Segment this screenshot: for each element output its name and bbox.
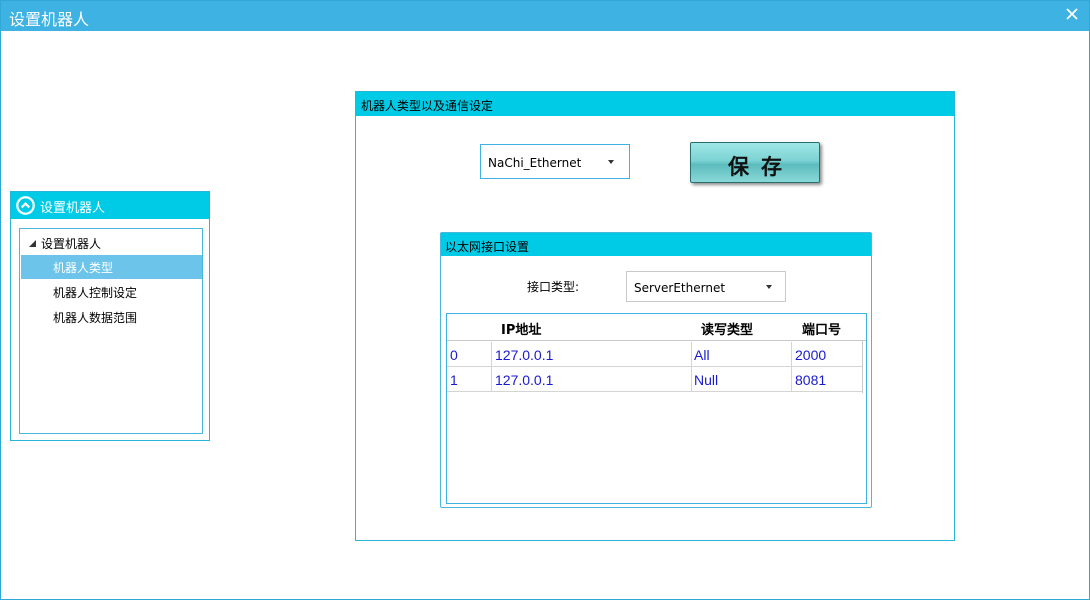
tree-item-robot-type[interactable]: 机器人类型	[21, 255, 202, 279]
table-row[interactable]: 0 127.0.0.1 All 2000	[447, 342, 862, 367]
cell-port: 8081	[795, 372, 827, 388]
tree-item-label: 机器人类型	[53, 261, 114, 275]
close-icon[interactable]	[1065, 7, 1079, 21]
cell-index: 1	[450, 372, 458, 388]
ethernet-title: 以太网接口设置	[445, 240, 530, 254]
cell-divider	[491, 342, 492, 366]
cell-divider	[791, 367, 792, 391]
title-bar: 设置机器人	[1, 1, 1089, 31]
cell-port: 2000	[795, 347, 827, 363]
tree-root-label: 设置机器人	[41, 237, 102, 251]
ethernet-settings-group: 以太网接口设置 接口类型: ServerEthernet IP地址 读写类型 端…	[440, 232, 872, 508]
interface-type-select[interactable]: ServerEthernet	[626, 271, 786, 302]
cell-divider	[691, 342, 692, 366]
ethernet-table: IP地址 读写类型 端口号 0 127.0.0.1 All 2000 1 127…	[446, 313, 867, 504]
cell-rw-type: Null	[694, 372, 719, 388]
column-header-rw-type[interactable]: 读写类型	[701, 319, 753, 338]
robot-type-select[interactable]: NaChi_Ethernet	[480, 144, 630, 179]
expand-triangle-icon[interactable]	[28, 239, 37, 248]
cell-divider	[491, 367, 492, 391]
tree-item-robot-data-range[interactable]: 机器人数据范围	[21, 305, 202, 329]
cell-rw-type: All	[694, 347, 710, 363]
sidebar-header-label: 设置机器人	[40, 201, 106, 216]
save-button[interactable]: 保存	[690, 142, 820, 183]
cell-ip: 127.0.0.1	[495, 372, 554, 388]
window-title: 设置机器人	[9, 10, 90, 29]
column-header-port[interactable]: 端口号	[802, 319, 841, 338]
dropdown-arrow-icon	[608, 160, 614, 164]
sidebar-header[interactable]: 设置机器人	[11, 192, 209, 219]
sidebar-panel: 设置机器人 设置机器人 机器人类型 机器人控制设定 机器人数据范围	[10, 191, 210, 441]
save-button-label: 保存	[728, 155, 794, 179]
tree-item-label: 机器人控制设定	[53, 286, 138, 300]
table-header: IP地址 读写类型 端口号	[447, 314, 866, 341]
cell-index: 0	[450, 347, 458, 363]
interface-type-value: ServerEthernet	[634, 281, 726, 295]
interface-type-label: 接口类型:	[527, 280, 580, 294]
collapse-circle-icon[interactable]	[16, 196, 35, 215]
robot-settings-tree: 设置机器人 机器人类型 机器人控制设定 机器人数据范围	[19, 228, 203, 434]
cell-divider	[691, 367, 692, 391]
tree-root-item[interactable]: 设置机器人	[20, 233, 202, 253]
robot-type-value: NaChi_Ethernet	[488, 156, 582, 170]
ethernet-header: 以太网接口设置	[441, 233, 871, 256]
cell-divider	[791, 342, 792, 366]
cell-ip: 127.0.0.1	[495, 347, 554, 363]
group-title: 机器人类型以及通信设定	[361, 99, 494, 113]
settings-window: 设置机器人 设置机器人 设置机器人 机器人类型 机器人控制设定 机器人数据范围 …	[0, 0, 1090, 600]
table-right-border	[862, 341, 863, 393]
group-header: 机器人类型以及通信设定	[356, 92, 954, 116]
robot-type-group: 机器人类型以及通信设定 NaChi_Ethernet 保存 以太网接口设置 接口…	[355, 91, 955, 541]
table-row[interactable]: 1 127.0.0.1 Null 8081	[447, 367, 862, 392]
tree-item-label: 机器人数据范围	[53, 311, 138, 325]
dropdown-arrow-icon	[766, 285, 772, 289]
column-header-ip[interactable]: IP地址	[501, 319, 541, 338]
tree-item-robot-control[interactable]: 机器人控制设定	[21, 280, 202, 304]
